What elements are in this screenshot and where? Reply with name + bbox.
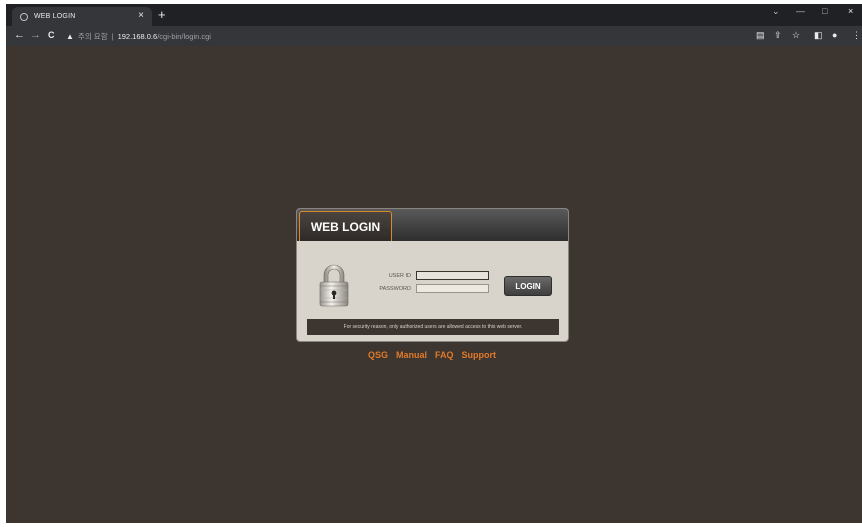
reload-button[interactable]: C [48, 30, 55, 40]
security-label[interactable]: 주의 요함 [78, 31, 108, 42]
user-id-input[interactable] [416, 271, 489, 280]
close-window-button[interactable]: × [848, 6, 853, 16]
user-id-label: USER ID [388, 273, 411, 279]
globe-icon [20, 12, 28, 21]
tab-title: WEB LOGIN [34, 13, 76, 20]
lock-icon [319, 264, 349, 307]
new-tab-button[interactable]: + [158, 7, 166, 22]
forward-button[interactable]: → [30, 29, 41, 41]
translate-icon[interactable]: ▤ [756, 30, 765, 41]
link-support[interactable]: Support [462, 350, 497, 360]
login-panel-title: WEB LOGIN [299, 211, 392, 241]
warning-icon[interactable]: ▲ [66, 32, 74, 41]
address-host[interactable]: 192.168.0.6 [118, 32, 158, 41]
password-label: PASSWORD [379, 286, 411, 292]
tab-strip: WEB LOGIN × + ⌄ — □ × [6, 4, 862, 26]
address-separator: | [111, 31, 114, 41]
minimize-button[interactable]: — [796, 6, 805, 16]
browser-window: WEB LOGIN × + ⌄ — □ × ← → C ▲ 주의 요함 | 19… [6, 4, 862, 523]
link-qsg[interactable]: QSG [368, 350, 388, 360]
back-button[interactable]: ← [14, 29, 25, 41]
tab-search-icon[interactable]: ⌄ [772, 6, 780, 17]
link-faq[interactable]: FAQ [435, 350, 454, 360]
help-links: QSG Manual FAQ Support [368, 350, 496, 360]
menu-icon[interactable]: ⋮ [852, 30, 861, 41]
sidepanel-icon[interactable]: ◧ [814, 30, 823, 41]
profile-icon[interactable]: ● [832, 30, 837, 40]
share-icon[interactable]: ⇪ [774, 30, 782, 41]
maximize-button[interactable]: □ [822, 6, 827, 16]
link-manual[interactable]: Manual [396, 350, 427, 360]
browser-tab[interactable]: WEB LOGIN × [12, 7, 152, 26]
login-button[interactable]: LOGIN [504, 276, 552, 296]
login-panel: WEB LOGIN USER ID PASSWORD LOGIN For sec… [296, 208, 569, 342]
address-path[interactable]: /cgi-bin/login.cgi [157, 32, 211, 41]
close-tab-icon[interactable]: × [138, 10, 144, 21]
password-input[interactable] [416, 284, 489, 293]
browser-toolbar: ← → C ▲ 주의 요함 | 192.168.0.6 /cgi-bin/log… [6, 26, 862, 46]
login-panel-header: WEB LOGIN [297, 209, 568, 241]
address-bar[interactable]: ▲ 주의 요함 | 192.168.0.6 /cgi-bin/login.cgi [66, 29, 746, 43]
star-icon[interactable]: ☆ [792, 30, 800, 41]
security-notice: For security reason, only authorized use… [307, 319, 559, 335]
